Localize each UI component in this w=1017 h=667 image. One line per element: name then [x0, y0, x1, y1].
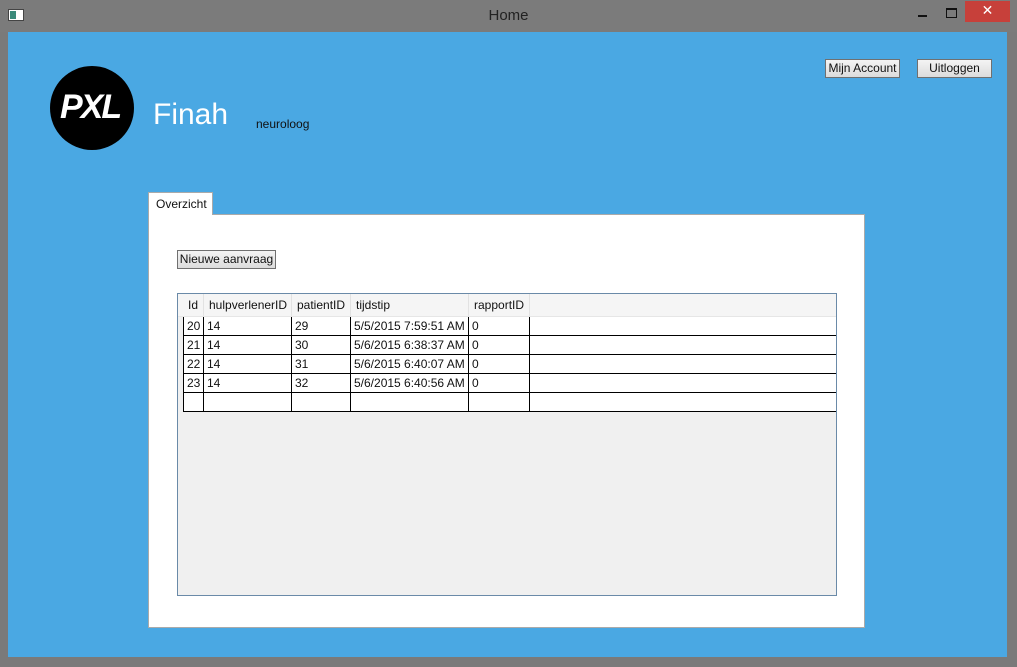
tab-overzicht[interactable]: Overzicht [148, 192, 213, 215]
grid-header: Id hulpverlenerID patientID tijdstip rap… [178, 294, 836, 317]
cell-id[interactable]: 23 [183, 374, 204, 392]
cell-patientid[interactable]: 31 [292, 355, 351, 373]
new-request-button[interactable]: Nieuwe aanvraag [177, 250, 276, 269]
cell-rapportid[interactable]: 0 [469, 317, 530, 335]
cell-hulpverlenerid[interactable]: 14 [204, 317, 292, 335]
cell-id[interactable]: 21 [183, 336, 204, 354]
requests-data-grid[interactable]: Id hulpverlenerID patientID tijdstip rap… [177, 293, 837, 596]
cell-patientid[interactable]: 32 [292, 374, 351, 392]
table-row[interactable]: 22 14 31 5/6/2015 6:40:07 AM 0 [183, 355, 836, 374]
table-row[interactable]: 20 14 29 5/5/2015 7:59:51 AM 0 [183, 317, 836, 336]
column-header-rapportid[interactable]: rapportID [469, 294, 530, 317]
cell-tijdstip[interactable]: 5/6/2015 6:40:07 AM [351, 355, 469, 373]
tab-panel-overzicht: Nieuwe aanvraag Id hulpverlenerID patien… [148, 214, 865, 628]
table-row[interactable]: 21 14 30 5/6/2015 6:38:37 AM 0 [183, 336, 836, 355]
window-title: Home [488, 7, 529, 24]
cell-rapportid[interactable]: 0 [469, 336, 530, 354]
minimize-button[interactable] [910, 4, 936, 24]
column-header-hulpverlenerid[interactable]: hulpverlenerID [204, 294, 292, 317]
cell-hulpverlenerid[interactable]: 14 [204, 374, 292, 392]
cell-id[interactable] [183, 393, 204, 411]
cell-hulpverlenerid[interactable] [204, 393, 292, 411]
cell-hulpverlenerid[interactable]: 14 [204, 355, 292, 373]
close-button[interactable]: ✕ [965, 1, 1010, 22]
grid-rows: 20 14 29 5/5/2015 7:59:51 AM 0 21 14 30 … [183, 317, 836, 412]
pxl-logo: PXL [50, 66, 134, 150]
cell-tijdstip[interactable]: 5/5/2015 7:59:51 AM [351, 317, 469, 335]
cell-tijdstip[interactable]: 5/6/2015 6:38:37 AM [351, 336, 469, 354]
column-header-tijdstip[interactable]: tijdstip [351, 294, 469, 317]
cell-tijdstip[interactable] [351, 393, 469, 411]
cell-rapportid[interactable]: 0 [469, 355, 530, 373]
cell-hulpverlenerid[interactable]: 14 [204, 336, 292, 354]
new-item-row[interactable] [183, 393, 836, 412]
column-header-patientid[interactable]: patientID [292, 294, 351, 317]
table-row[interactable]: 23 14 32 5/6/2015 6:40:56 AM 0 [183, 374, 836, 393]
cell-rapportid[interactable]: 0 [469, 374, 530, 392]
user-name: Finah [153, 98, 229, 131]
cell-patientid[interactable] [292, 393, 351, 411]
cell-rapportid[interactable] [469, 393, 530, 411]
column-header-id[interactable]: Id [183, 294, 204, 317]
my-account-button[interactable]: Mijn Account [825, 59, 900, 78]
cell-tijdstip[interactable]: 5/6/2015 6:40:56 AM [351, 374, 469, 392]
cell-id[interactable]: 22 [183, 355, 204, 373]
maximize-button[interactable] [938, 4, 964, 24]
user-role: neuroloog [256, 117, 310, 131]
cell-patientid[interactable]: 29 [292, 317, 351, 335]
logo-text: PXL [60, 88, 122, 126]
logout-button[interactable]: Uitloggen [917, 59, 992, 78]
cell-patientid[interactable]: 30 [292, 336, 351, 354]
main-window-content: PXL Finah neuroloog Mijn Account Uitlogg… [8, 32, 1007, 657]
title-bar: Home ✕ [0, 0, 1017, 32]
cell-id[interactable]: 20 [183, 317, 204, 335]
